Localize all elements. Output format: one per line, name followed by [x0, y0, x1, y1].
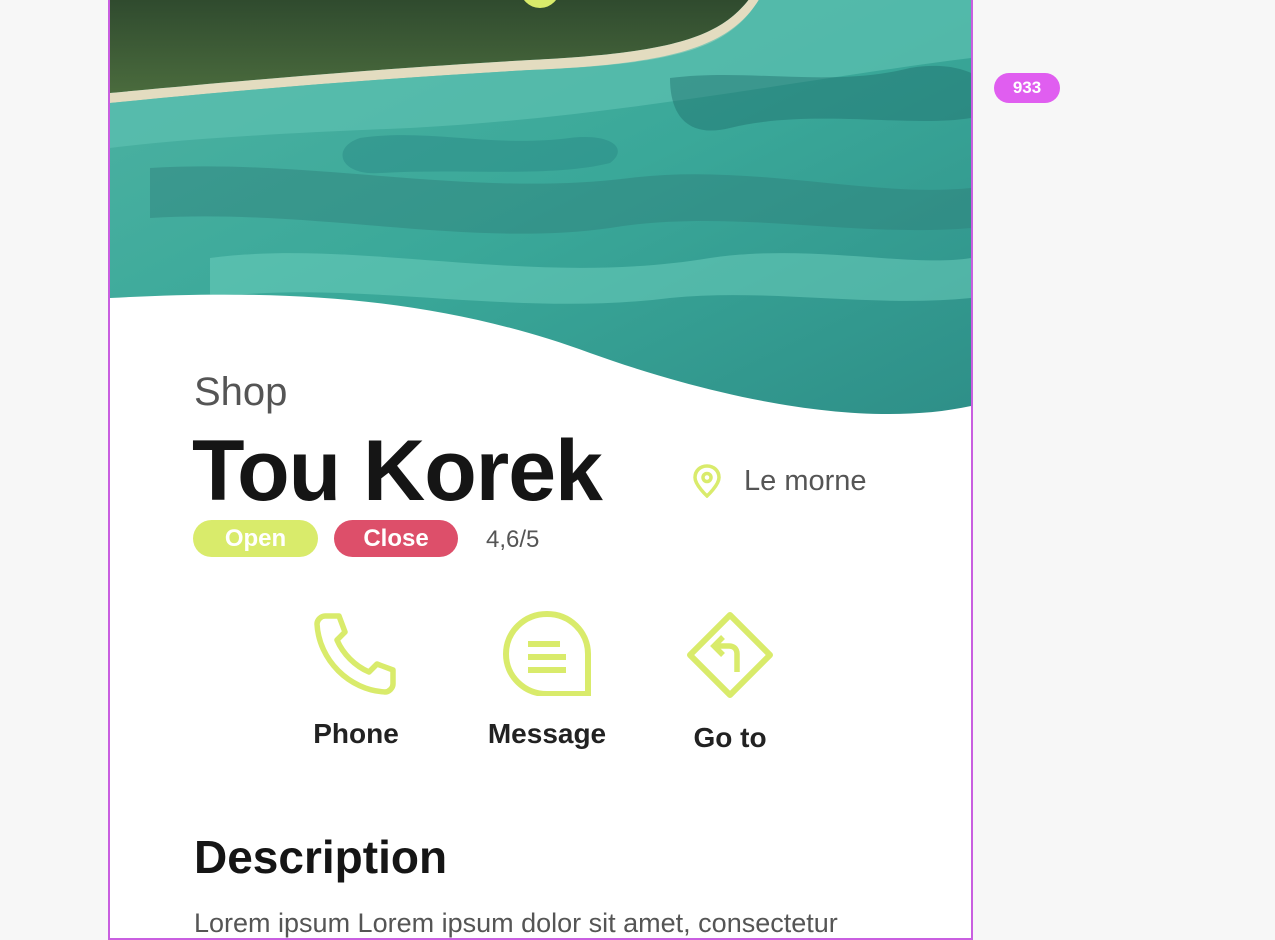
rating: 4,6/5 [486, 526, 540, 553]
phone-label: Phone [313, 718, 399, 749]
open-status-badge[interactable]: Open [193, 520, 318, 557]
close-status-badge[interactable]: Close [334, 520, 458, 557]
message-button[interactable]: Message [467, 610, 627, 750]
shop-category: Shop [194, 370, 288, 414]
goto-label: Go to [693, 722, 767, 753]
shop-detail-screen: Shop Tou Korek Le morne Open Close 4,6/5… [108, 0, 973, 940]
location[interactable]: Le morne [692, 464, 867, 498]
message-label: Message [487, 718, 607, 749]
goto-button[interactable]: Go to [650, 610, 810, 754]
description-text: Lorem ipsum Lorem ipsum dolor sit amet, … [194, 908, 838, 938]
description-title: Description [194, 831, 448, 883]
shop-name: Tou Korek [192, 423, 603, 519]
location-pin-icon [693, 464, 721, 498]
size-badge: 933 [994, 73, 1060, 103]
hero-image [110, 0, 971, 415]
phone-button[interactable]: Phone [276, 610, 436, 750]
directions-icon [687, 612, 773, 698]
message-icon [502, 610, 591, 696]
phone-icon [314, 613, 396, 695]
location-label: Le morne [744, 464, 867, 497]
